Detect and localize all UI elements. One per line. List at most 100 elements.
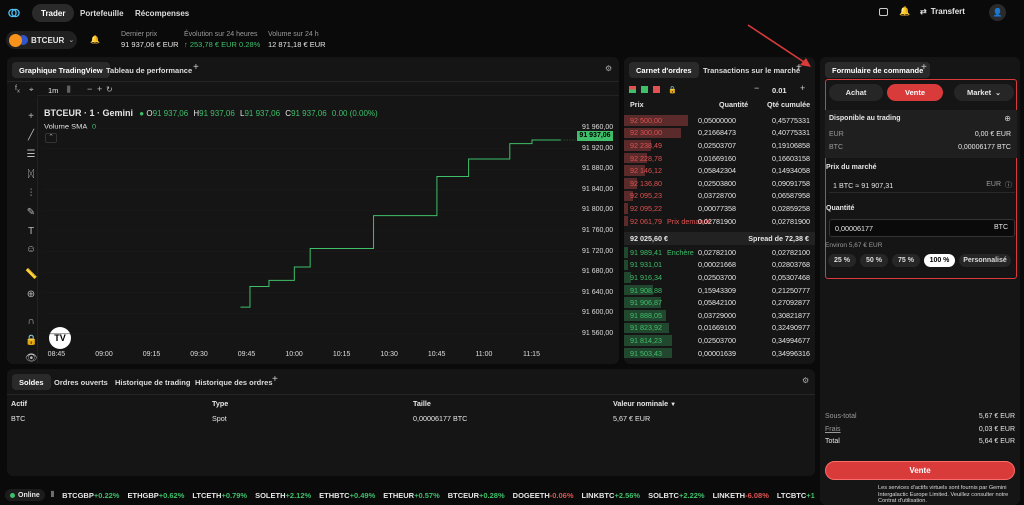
buy-button[interactable]: Achat: [829, 84, 883, 101]
cumulative-cell: 0,34994677: [772, 335, 810, 345]
ticker-change: +2.56%: [614, 490, 641, 500]
price-cell: 92 095,22: [630, 203, 662, 213]
ask-row[interactable]: 92 095,23 0,03728700 0,06587958: [624, 190, 814, 203]
both-sides-icon[interactable]: [629, 86, 636, 93]
bid-row[interactable]: 91 823,92 0,01669100 0,32490977: [624, 322, 814, 335]
depth-bar: [624, 247, 628, 258]
ticker-symbol: ETHGBP: [127, 490, 159, 500]
decrease-tick-icon[interactable]: −: [754, 83, 759, 93]
col-price: Prix: [630, 100, 644, 109]
tab-order-form[interactable]: Formulaire de commande: [825, 62, 931, 78]
eur-balance: 0,00 € EUR: [974, 131, 1011, 138]
tab-order-history[interactable]: Historique des ordres: [188, 374, 280, 390]
ticker-item[interactable]: LINKBTC+2.56%: [582, 491, 641, 500]
ask-row[interactable]: 92 146,12 0,05842304 0,14934058: [624, 164, 814, 177]
side-toggle: Achat Vente Market ⌄: [829, 84, 1014, 101]
price-cell: 92 061,79: [630, 216, 662, 226]
price-cell: 91 823,92: [630, 323, 662, 333]
ticker-item[interactable]: ETHGBP+0.62%: [127, 491, 184, 500]
tab-open-orders[interactable]: Ordres ouverts: [47, 374, 115, 390]
sell-button[interactable]: Vente: [887, 84, 943, 101]
cumulative-cell: 0,09091758: [772, 178, 810, 188]
bid-row[interactable]: 91 814,23 0,02503700 0,34994677: [624, 334, 814, 347]
table-row[interactable]: BTC Spot 0,00006177 BTC 5,67 € EUR: [7, 410, 815, 424]
tab-balances[interactable]: Soldes: [12, 374, 51, 390]
ticker-item[interactable]: SOLETH+2.12%: [255, 491, 311, 500]
market-price-unit: EUR: [986, 181, 1001, 188]
bid-row[interactable]: 91 888,05 0,03729000 0,30821877: [624, 309, 814, 322]
add-funds-icon[interactable]: ⊕: [1004, 114, 1011, 123]
quantity-cell: 0,03728700: [698, 191, 736, 201]
ticker-symbol: SOLBTC: [648, 490, 679, 500]
x-tick-label: 11:15: [522, 351, 540, 358]
x-tick-label: 09:15: [142, 351, 161, 358]
pct-75-button[interactable]: 75 %: [892, 254, 920, 267]
col-notional[interactable]: Valeur nominale ▼: [613, 399, 676, 408]
ask-row[interactable]: 92 238,49 0,02503707 0,19106858: [624, 139, 814, 152]
ticker-change: +0.57%: [414, 490, 440, 500]
pct-100-button[interactable]: 100 %: [924, 254, 955, 267]
bids-only-icon[interactable]: [641, 86, 648, 93]
x-tick-label: 08:45: [47, 351, 66, 358]
pct-50-button[interactable]: 50 %: [860, 254, 888, 267]
add-tab-icon[interactable]: +: [272, 374, 278, 385]
price-line: [240, 139, 561, 308]
quantity-cell: 0,01669160: [698, 153, 736, 163]
info-icon[interactable]: ⓘ: [1005, 180, 1012, 190]
gear-icon[interactable]: ⚙: [802, 376, 809, 385]
lock-icon[interactable]: 🔒: [668, 86, 677, 94]
submit-sell-button[interactable]: Vente: [825, 461, 1015, 480]
tab-trade-history[interactable]: Historique de trading: [108, 374, 197, 390]
increase-tick-icon[interactable]: +: [800, 83, 805, 93]
y-tick-label: 91 840,00: [582, 185, 614, 193]
quantity-cell: 0,01669100: [698, 323, 736, 333]
bid-row[interactable]: 91 908,88 0,15943309 0,21250777: [624, 284, 814, 297]
online-label: Online: [18, 491, 40, 499]
fees-link[interactable]: Frais: [825, 426, 841, 433]
order-form-panel: Formulaire de commande + Achat Vente Mar…: [820, 57, 1020, 505]
ask-row[interactable]: 92 095,22 0,00077358 0,02859258: [624, 202, 814, 215]
col-cumulative: Qté cumulée: [767, 100, 811, 109]
add-tab-icon[interactable]: +: [921, 62, 927, 73]
ask-row[interactable]: 92 300,00 0,21668473 0,40775331: [624, 127, 814, 140]
quantity-cell: 0,02781900: [698, 216, 736, 226]
ticker-item[interactable]: BTCGBP+0.22%: [62, 491, 119, 500]
sort-down-icon: ▼: [670, 402, 677, 408]
cumulative-cell: 0,19106858: [772, 140, 810, 150]
ask-row[interactable]: 92 136,80 0,02503800 0,09091758: [624, 177, 814, 190]
ticker-item[interactable]: LTCBTC+1.72%: [777, 491, 815, 500]
bid-row[interactable]: 91 931,01 0,00021668 0,02803768: [624, 259, 814, 272]
bid-row[interactable]: 91 916,34 0,02503700 0,05307468: [624, 271, 814, 284]
pct-25-button[interactable]: 25 %: [828, 254, 856, 267]
ticker-item[interactable]: ETHEUR+0.57%: [383, 491, 440, 500]
tick-size[interactable]: 0.01: [772, 86, 787, 95]
ask-row[interactable]: 92 061,79 Prix demandé 0,02781900 0,0278190…: [624, 215, 814, 228]
ticker-item[interactable]: ETHBTC+0.49%: [319, 491, 375, 500]
tab-orderbook[interactable]: Carnet d'ordres: [629, 62, 699, 78]
asks-only-icon[interactable]: [653, 86, 660, 93]
cumulative-cell: 0,06587958: [772, 191, 810, 201]
custom-pct-button[interactable]: Personnalisé: [959, 254, 1011, 267]
ticker-item[interactable]: LTCETH+0.79%: [192, 491, 247, 500]
bid-row[interactable]: 91 906,87 0,05842100 0,27092877: [624, 296, 814, 309]
price-cell: 92 500,00: [630, 115, 662, 125]
price-cell: 92 238,49: [630, 140, 662, 150]
ticker-item[interactable]: DOGEETH-0.06%: [513, 491, 574, 500]
bid-row[interactable]: 91 989,41 Enchère 0,02782100 0,02782100: [624, 246, 814, 259]
ask-row[interactable]: 92 500,00 0,05000000 0,45775331: [624, 114, 814, 127]
ticker-change: -0.06%: [549, 490, 574, 500]
ticker-item[interactable]: BTCEUR+0.28%: [448, 491, 505, 500]
quantity-input[interactable]: 0,00006177 BTC: [829, 219, 1015, 237]
divider: [7, 394, 815, 395]
cumulative-cell: 0,21250777: [772, 285, 810, 295]
book-view-toggles[interactable]: 🔒: [629, 86, 677, 94]
cumulative-cell: 0,27092877: [772, 298, 810, 308]
ask-row[interactable]: 92 228,78 0,01669160 0,16603158: [624, 152, 814, 165]
quantity-label: Quantité: [826, 205, 855, 212]
approx-value: Environ 5,67 € EUR: [825, 242, 883, 249]
ticker-item[interactable]: SOLBTC+2.22%: [648, 491, 705, 500]
bid-row[interactable]: 91 503,43 0,00001639 0,34996316: [624, 347, 814, 360]
ticker-change: +0.62%: [158, 490, 185, 500]
ticker-item[interactable]: LINKETH-6.08%: [713, 491, 769, 500]
order-type-select[interactable]: Market ⌄: [954, 84, 1014, 101]
